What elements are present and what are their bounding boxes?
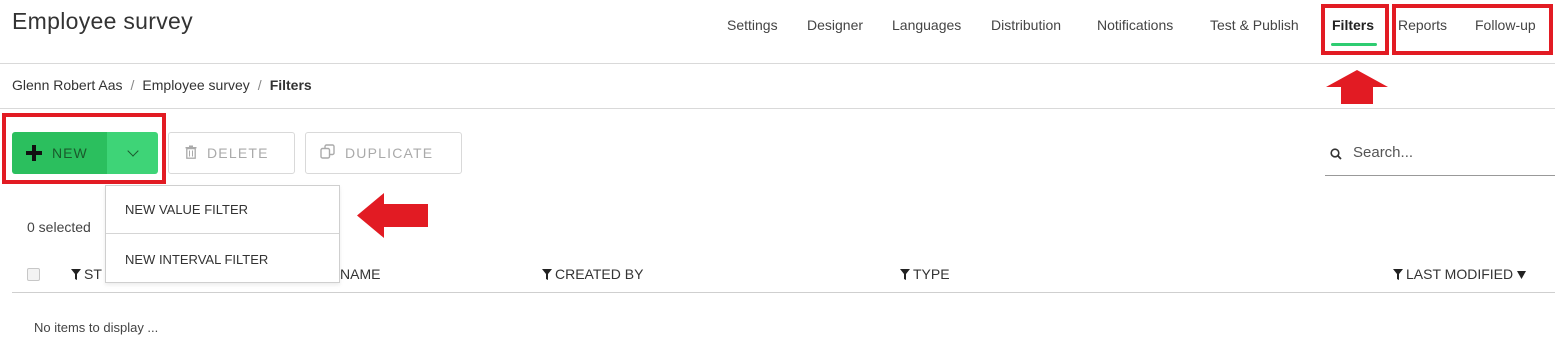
breadcrumb: Glenn Robert Aas / Employee survey / Filters [12, 77, 312, 93]
column-type[interactable]: TYPE [900, 266, 950, 283]
column-last-modified-label: LAST MODIFIED [1406, 266, 1514, 282]
delete-button-label: DELETE [207, 145, 269, 161]
highlight-box-filters [1321, 4, 1389, 55]
delete-button[interactable]: DELETE [168, 132, 295, 174]
search-box [1325, 130, 1555, 176]
menu-item-new-interval-filter[interactable]: NEW INTERVAL FILTER [106, 235, 339, 283]
page-title: Employee survey [12, 8, 193, 34]
duplicate-button-label: DUPLICATE [345, 145, 434, 161]
breadcrumb-separator: / [257, 77, 262, 93]
sort-desc-icon [1517, 270, 1527, 282]
nav-test-publish[interactable]: Test & Publish [1210, 17, 1299, 33]
filter-funnel-icon [542, 267, 552, 283]
column-name[interactable]: NAME [340, 266, 380, 282]
empty-state-message: No items to display ... [34, 320, 159, 335]
header-divider [0, 63, 1555, 64]
column-status[interactable]: ST [71, 266, 102, 283]
annotation-arrow-up-icon [1326, 70, 1388, 104]
column-last-modified[interactable]: LAST MODIFIED [1393, 266, 1527, 283]
highlight-box-new-button [2, 113, 166, 184]
nav-distribution[interactable]: Distribution [991, 17, 1061, 33]
breadcrumb-divider [0, 108, 1555, 109]
menu-item-new-value-filter[interactable]: NEW VALUE FILTER [106, 186, 339, 234]
column-status-label: ST [84, 266, 102, 282]
new-dropdown-menu: NEW VALUE FILTER NEW INTERVAL FILTER [105, 185, 340, 283]
copy-icon [320, 144, 335, 162]
selected-count: 0 selected [27, 219, 91, 235]
nav-notifications[interactable]: Notifications [1097, 17, 1173, 33]
nav-languages[interactable]: Languages [892, 17, 961, 33]
breadcrumb-current: Filters [269, 77, 312, 93]
column-created-by-label: CREATED BY [555, 266, 644, 282]
duplicate-button[interactable]: DUPLICATE [305, 132, 462, 174]
highlight-box-reports-followup [1392, 4, 1553, 55]
nav-designer[interactable]: Designer [807, 17, 863, 33]
column-created-by[interactable]: CREATED BY [542, 266, 643, 283]
select-all-checkbox[interactable] [27, 268, 40, 281]
filter-funnel-icon [71, 267, 81, 283]
nav-settings[interactable]: Settings [727, 17, 778, 33]
filter-funnel-icon [1393, 267, 1403, 283]
search-input[interactable] [1353, 140, 1548, 164]
annotation-arrow-left-icon [357, 193, 428, 238]
breadcrumb-user[interactable]: Glenn Robert Aas [12, 77, 123, 93]
search-icon [1330, 147, 1342, 165]
breadcrumb-survey[interactable]: Employee survey [142, 77, 249, 93]
trash-icon [185, 145, 197, 162]
column-type-label: TYPE [913, 266, 950, 282]
breadcrumb-separator: / [130, 77, 135, 93]
table-header-divider [12, 292, 1555, 293]
filter-funnel-icon [900, 267, 910, 283]
